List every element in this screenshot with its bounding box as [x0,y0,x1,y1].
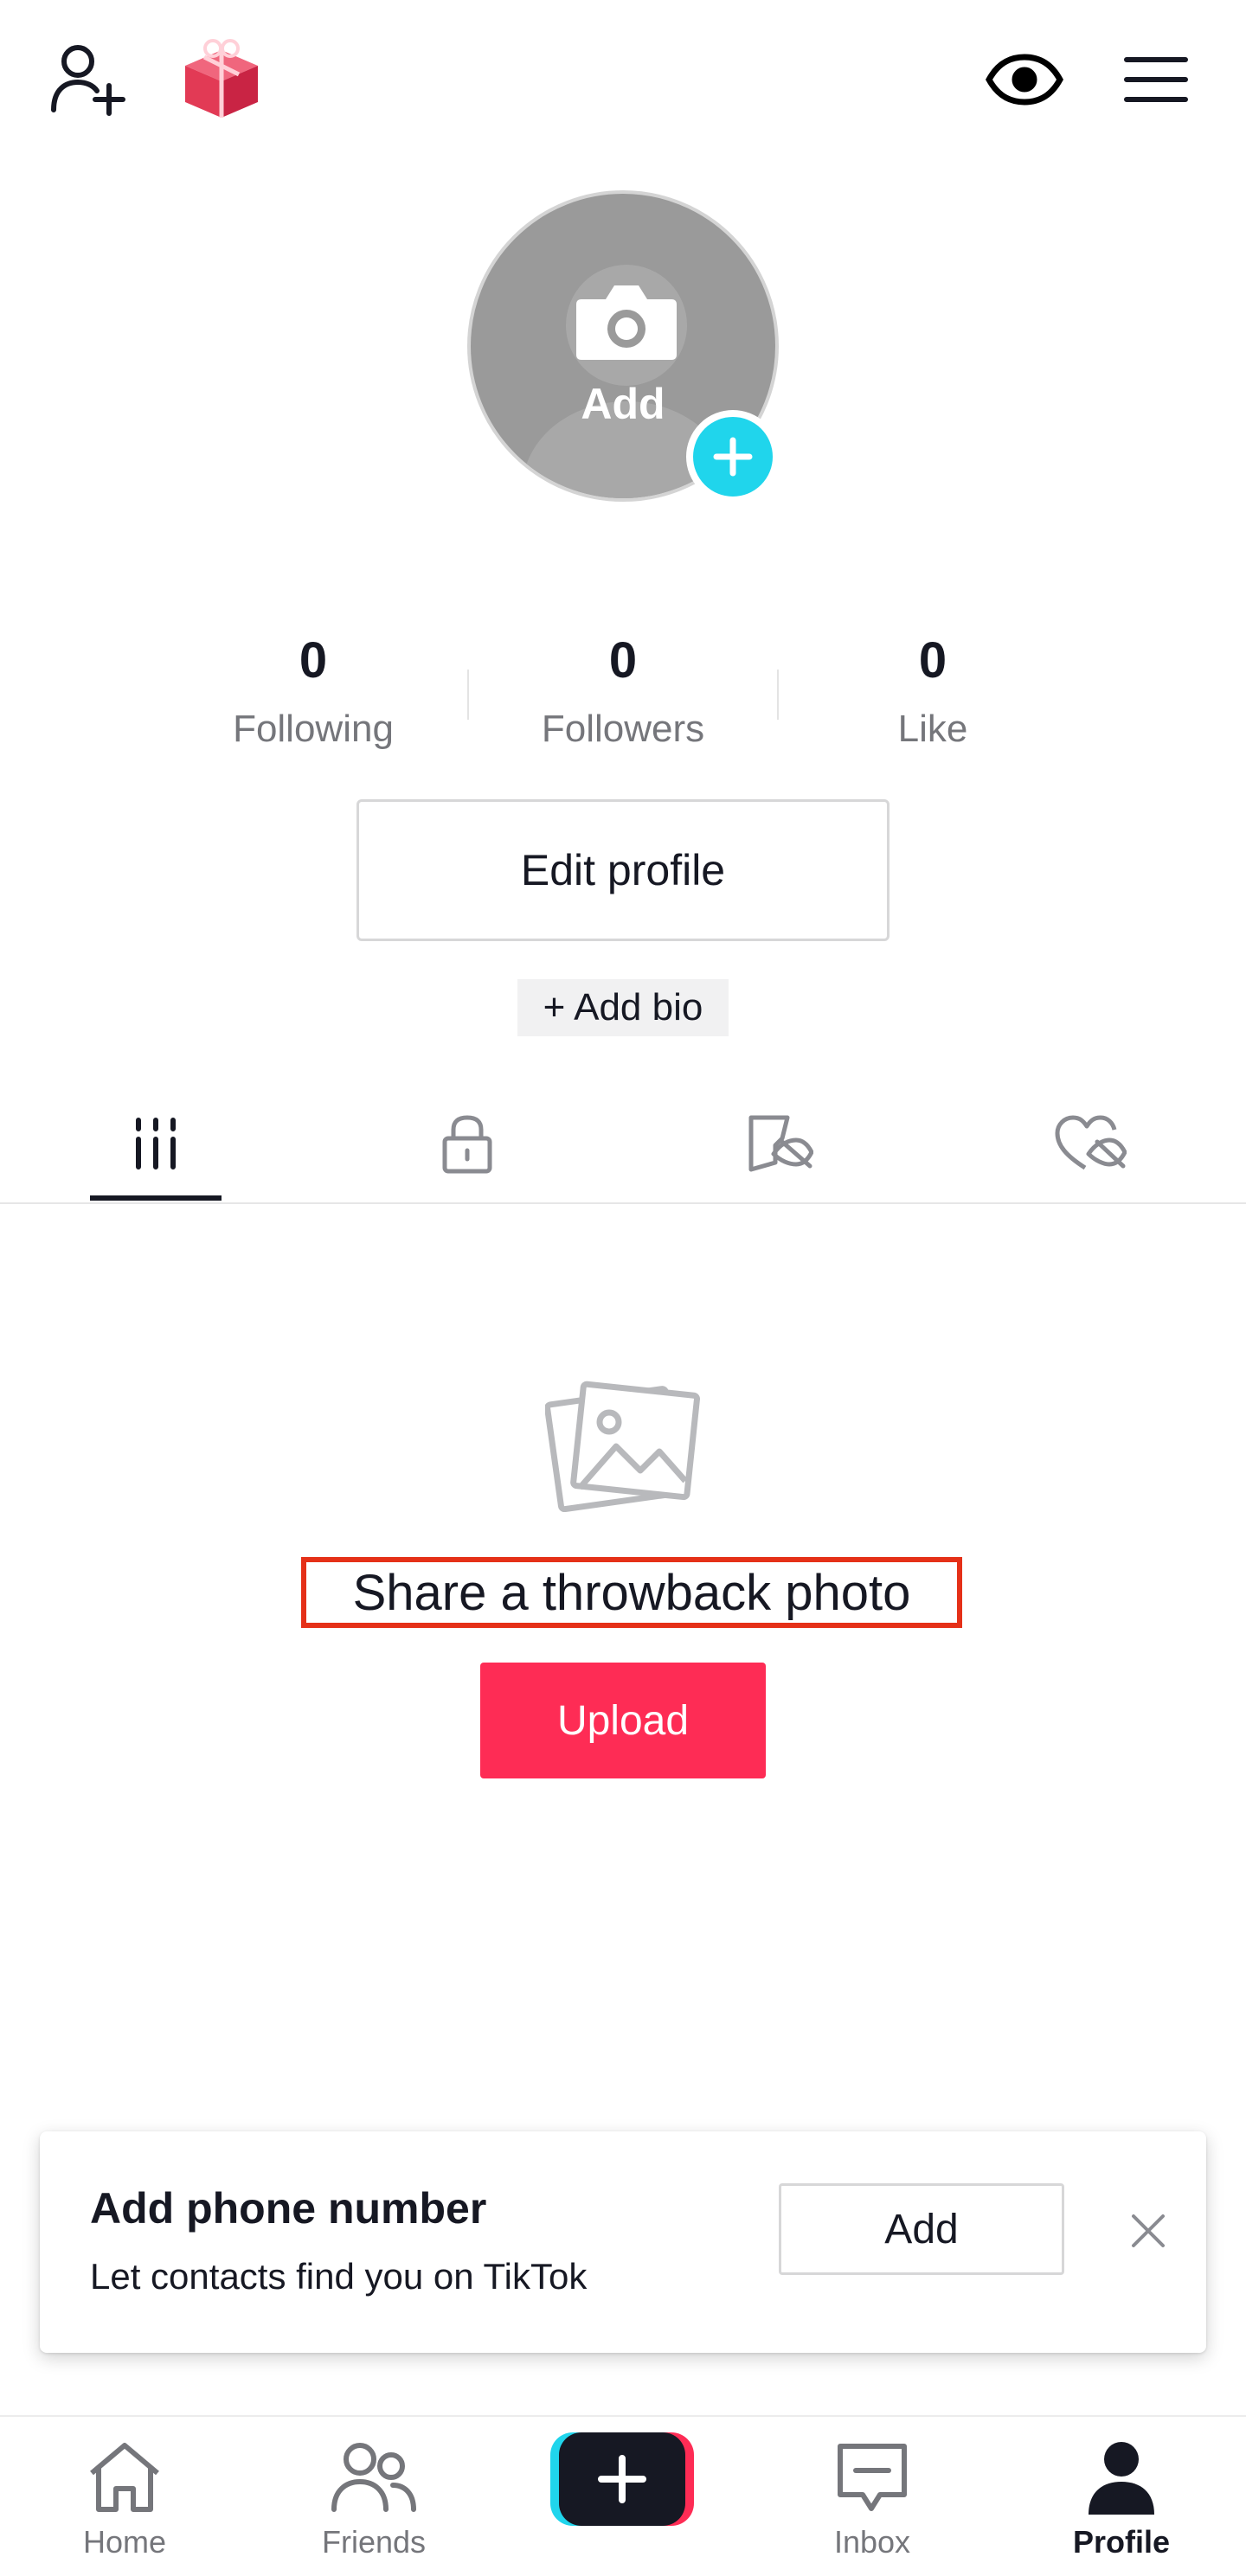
hidden-bookmark-icon [748,1115,813,1172]
stat-label: Followers [541,708,705,750]
home-icon [81,2436,168,2519]
tab-private[interactable] [389,1092,545,1195]
nav-label: Profile [1072,2524,1171,2560]
stat-divider [467,670,469,720]
add-phone-card: Add phone number Let contacts find you o… [40,2131,1206,2353]
inbox-icon [829,2436,915,2519]
stat-value: 0 [918,632,947,689]
edit-profile-button[interactable]: Edit profile [356,799,890,941]
stat-label: Like [897,708,968,750]
upload-button[interactable]: Upload [480,1663,766,1778]
tab-liked[interactable] [1012,1092,1168,1195]
phone-card-title: Add phone number [90,2184,487,2233]
tab-videos[interactable] [78,1092,234,1195]
camera-icon [576,285,677,360]
friends-icon [331,2436,417,2519]
gift-icon[interactable] [173,35,270,125]
avatar-plus-button[interactable] [686,410,780,503]
nav-home[interactable]: Home [38,2436,211,2566]
menu-icon[interactable] [1114,45,1198,114]
phone-card-subtitle: Let contacts find you on TikTok [90,2256,588,2297]
tab-reposts[interactable] [701,1092,857,1195]
lock-icon [442,1115,492,1174]
create-button[interactable] [550,2432,694,2526]
add-bio-button[interactable]: + Add bio [517,979,729,1036]
stat-label: Following [233,708,394,750]
stat-followers[interactable]: 0 Followers [493,628,753,759]
nav-label: Friends [321,2524,427,2560]
bottom-nav-border [0,2415,1246,2417]
grid-icon [136,1118,176,1169]
tab-active-indicator [90,1195,222,1201]
stat-value: 0 [608,632,638,689]
hidden-heart-icon [1055,1115,1127,1170]
nav-label: Inbox [833,2524,911,2560]
nav-label: Home [82,2524,167,2560]
stat-divider [777,670,779,720]
profile-icon [1078,2436,1165,2519]
stat-value: 0 [299,632,328,689]
nav-inbox[interactable]: Inbox [786,2436,959,2566]
stat-following[interactable]: 0 Following [183,628,443,759]
nav-profile[interactable]: Profile [1035,2436,1208,2566]
empty-state-message: Share a throwback photo [301,1557,962,1628]
photo-placeholder-icon [545,1381,700,1512]
eye-icon[interactable] [979,45,1069,114]
stat-like[interactable]: 0 Like [803,628,1063,759]
tab-divider [0,1202,1246,1204]
nav-friends[interactable]: Friends [287,2436,460,2566]
add-phone-button[interactable]: Add [779,2183,1064,2275]
close-icon[interactable] [1118,2201,1179,2261]
add-friend-icon[interactable] [45,38,135,121]
